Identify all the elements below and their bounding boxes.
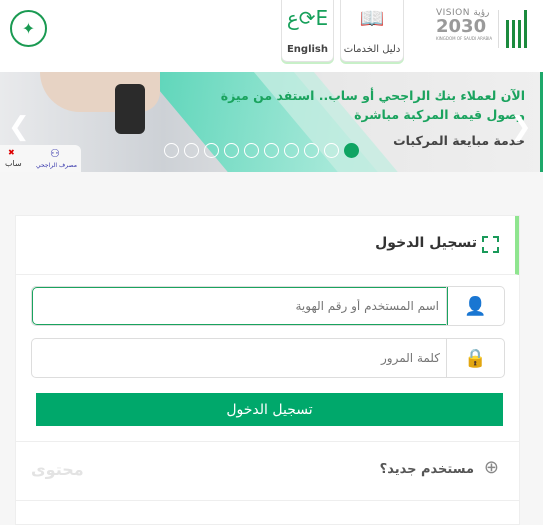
login-title: تسجيل الدخول [375, 235, 477, 251]
lock-icon: 🔒 [446, 339, 504, 377]
services-guide-button[interactable]: 📖 دليل الخدمات [340, 0, 404, 62]
header: ✦ ع⟳E English 📖 دليل الخدمات VISION رؤية… [0, 0, 543, 72]
banner-title: خدمة مبايعة المركبات [393, 133, 525, 148]
sabb-mark: ✖ [8, 148, 15, 157]
sabb-logo: ساب [5, 159, 22, 168]
watermark: محتوى [31, 460, 84, 479]
new-user-label: مستخدم جديد؟ [379, 462, 474, 477]
carousel-dot[interactable] [264, 143, 279, 158]
ministry-emblem-logo: ✦ [10, 10, 47, 47]
login-header: تسجيل الدخول [16, 216, 519, 275]
book-icon: 📖 [359, 6, 385, 30]
user-icon: 👤 [446, 287, 504, 325]
login-button[interactable]: تسجيل الدخول [36, 393, 503, 426]
banner-prev-arrow[interactable]: ❮ [8, 112, 30, 142]
add-user-icon: ⊕ [483, 457, 499, 478]
carousel-dot[interactable] [204, 143, 219, 158]
partner-logos: ساب ✖ مصرف الراجحي ⚇ [0, 145, 81, 172]
banner-line: وصول قيمة المركبة مباشرة [354, 107, 525, 122]
cursor-select-icon [482, 236, 499, 253]
carousel-dot[interactable] [244, 143, 259, 158]
carousel-dot[interactable] [284, 143, 299, 158]
new-user-link[interactable]: محتوى ⊕ مستخدم جديد؟ [16, 441, 519, 501]
carousel-dot[interactable] [304, 143, 319, 158]
banner-line: الآن لعملاء بنك الراجحي أو ساب.. استفد م… [220, 88, 525, 103]
carousel-dot[interactable] [324, 143, 339, 158]
english-button[interactable]: ع⟳E English [281, 0, 334, 62]
login-card: تسجيل الدخول 👤 🔒 تسجيل الدخول محتوى ⊕ مس… [15, 215, 520, 525]
password-input[interactable] [32, 339, 448, 377]
carousel-dots [164, 143, 359, 158]
banner-next-arrow[interactable]: ❯ [510, 112, 532, 142]
carousel-dot-active[interactable] [344, 143, 359, 158]
alrajhi-logo: مصرف الراجحي [36, 162, 77, 169]
alrajhi-mark: ⚇ [50, 147, 60, 160]
language-switch-icon: ع⟳E [286, 6, 329, 30]
banner-text: الآن لعملاء بنك الراجحي أو ساب.. استفد م… [221, 86, 525, 124]
carousel-dot[interactable] [184, 143, 199, 158]
vision-2030-logo: VISION رؤية 2030 KINGDOM OF SAUDI ARABIA [436, 8, 493, 41]
banner-image-key [115, 84, 145, 134]
password-field[interactable]: 🔒 [31, 338, 505, 378]
carousel-dot[interactable] [224, 143, 239, 158]
divider [498, 10, 499, 48]
carousel-dot[interactable] [164, 143, 179, 158]
absher-logo [506, 8, 536, 48]
username-field[interactable]: 👤 [31, 286, 505, 326]
username-input[interactable] [32, 287, 448, 325]
